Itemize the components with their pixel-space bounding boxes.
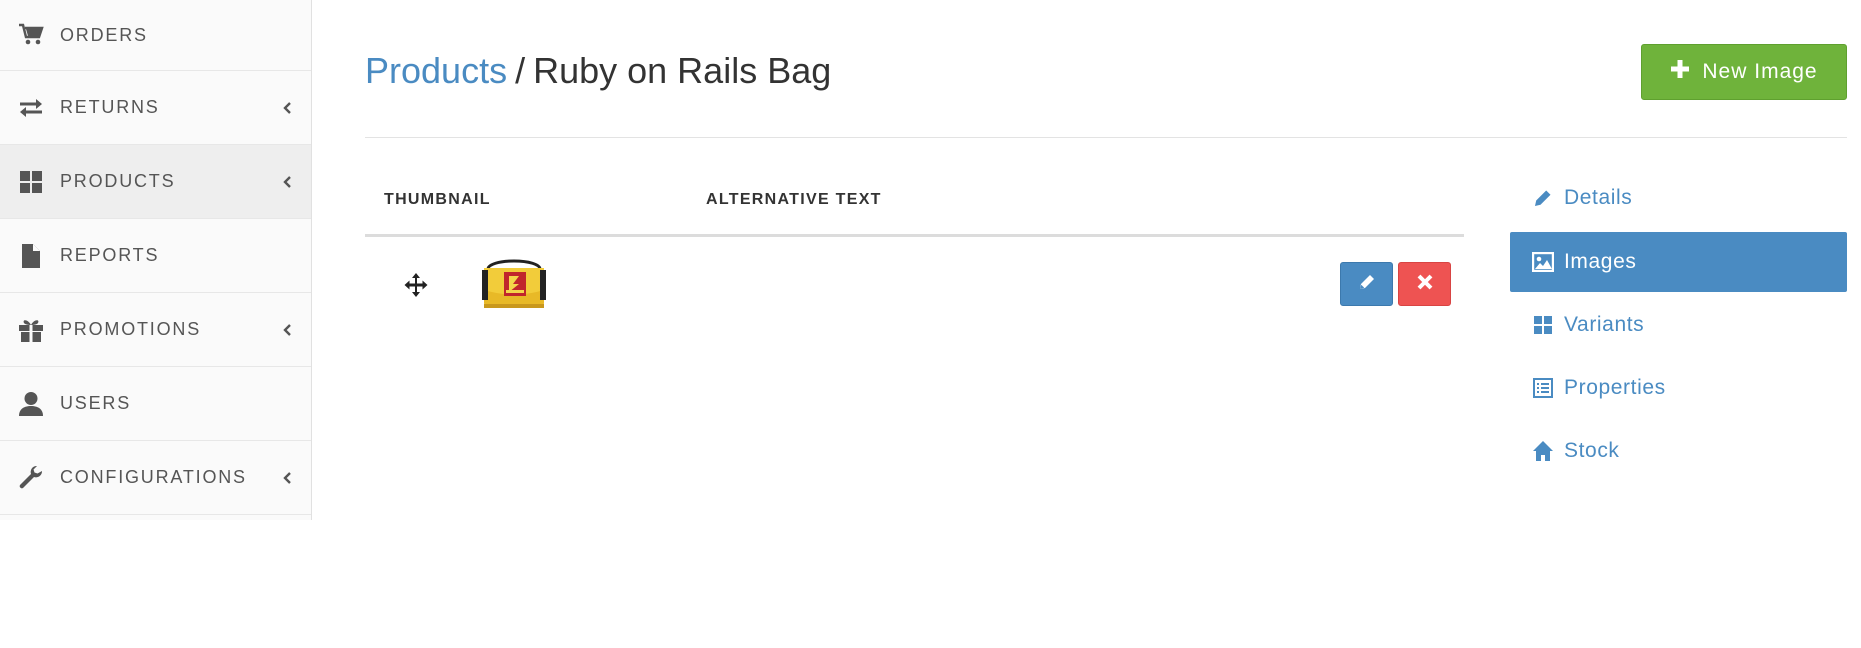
- tab-properties[interactable]: Properties: [1510, 358, 1847, 418]
- edit-image-button[interactable]: [1340, 262, 1393, 306]
- gift-icon: [17, 316, 45, 344]
- tab-label: Images: [1564, 250, 1637, 273]
- tab-label: Stock: [1564, 439, 1620, 462]
- sidebar-item-promotions[interactable]: PROMOTIONS: [0, 293, 311, 367]
- chevron-left-icon: [282, 101, 292, 115]
- tab-label: Properties: [1564, 376, 1666, 399]
- grid-icon: [17, 168, 45, 196]
- sidebar-item-label: RETURNS: [60, 97, 160, 117]
- wrench-icon: [17, 464, 45, 492]
- sidebar-item-reports[interactable]: REPORTS: [0, 219, 311, 293]
- page-title: Products / Ruby on Rails Bag: [365, 50, 831, 92]
- tab-details[interactable]: Details: [1510, 168, 1847, 228]
- table-header-divider: [365, 234, 1464, 237]
- tab-label: Details: [1564, 186, 1633, 209]
- plus-icon: [1670, 59, 1690, 85]
- sidebar-item-label: ORDERS: [60, 24, 148, 45]
- column-header-alt-text: ALTERNATIVE TEXT: [706, 191, 882, 208]
- sidebar-item-returns[interactable]: RETURNS: [0, 71, 311, 145]
- user-icon: [17, 390, 45, 418]
- column-header-thumbnail: THUMBNAIL: [384, 191, 491, 208]
- sidebar-item-users[interactable]: USERS: [0, 367, 311, 441]
- tab-variants[interactable]: Variants: [1510, 295, 1847, 355]
- product-name: Ruby on Rails Bag: [533, 50, 832, 91]
- sidebar-item-label: REPORTS: [60, 245, 160, 265]
- tab-stock[interactable]: Stock: [1510, 421, 1847, 481]
- sidebar-item-label: PRODUCTS: [60, 171, 176, 191]
- header-divider: [365, 137, 1847, 138]
- sidebar-item-label: PROMOTIONS: [60, 319, 202, 339]
- list-icon: [1532, 377, 1554, 399]
- admin-sidebar: ORDERS RETURNS PRODUCTS REPORTS PROMOTIO…: [0, 0, 312, 520]
- pencil-icon: [1358, 273, 1376, 296]
- cart-icon: [17, 21, 45, 49]
- tab-images[interactable]: Images: [1510, 232, 1847, 292]
- breadcrumb-separator: /: [515, 50, 526, 91]
- new-image-button[interactable]: New Image: [1641, 44, 1847, 100]
- sidebar-item-label: CONFIGURATIONS: [60, 467, 247, 487]
- chevron-left-icon: [282, 471, 292, 485]
- sidebar-item-label: USERS: [60, 393, 132, 413]
- tab-label: Variants: [1564, 313, 1645, 336]
- sidebar-item-orders[interactable]: ORDERS: [0, 0, 311, 71]
- picture-icon: [1532, 251, 1554, 273]
- chevron-left-icon: [282, 175, 292, 189]
- new-image-label: New Image: [1702, 60, 1818, 83]
- sidebar-item-configurations[interactable]: CONFIGURATIONS: [0, 441, 311, 515]
- delete-image-button[interactable]: [1398, 262, 1451, 306]
- exchange-icon: [17, 94, 45, 122]
- pencil-icon: [1532, 187, 1554, 209]
- close-icon: [1417, 274, 1433, 295]
- move-handle-icon[interactable]: [403, 272, 429, 298]
- chevron-left-icon: [282, 323, 292, 337]
- sidebar-item-products[interactable]: PRODUCTS: [0, 145, 311, 219]
- rails-bag-thumbnail: [478, 256, 550, 312]
- grid-icon: [1532, 314, 1554, 336]
- home-icon: [1532, 440, 1554, 462]
- breadcrumb-products-link[interactable]: Products: [365, 50, 507, 91]
- file-icon: [17, 242, 45, 270]
